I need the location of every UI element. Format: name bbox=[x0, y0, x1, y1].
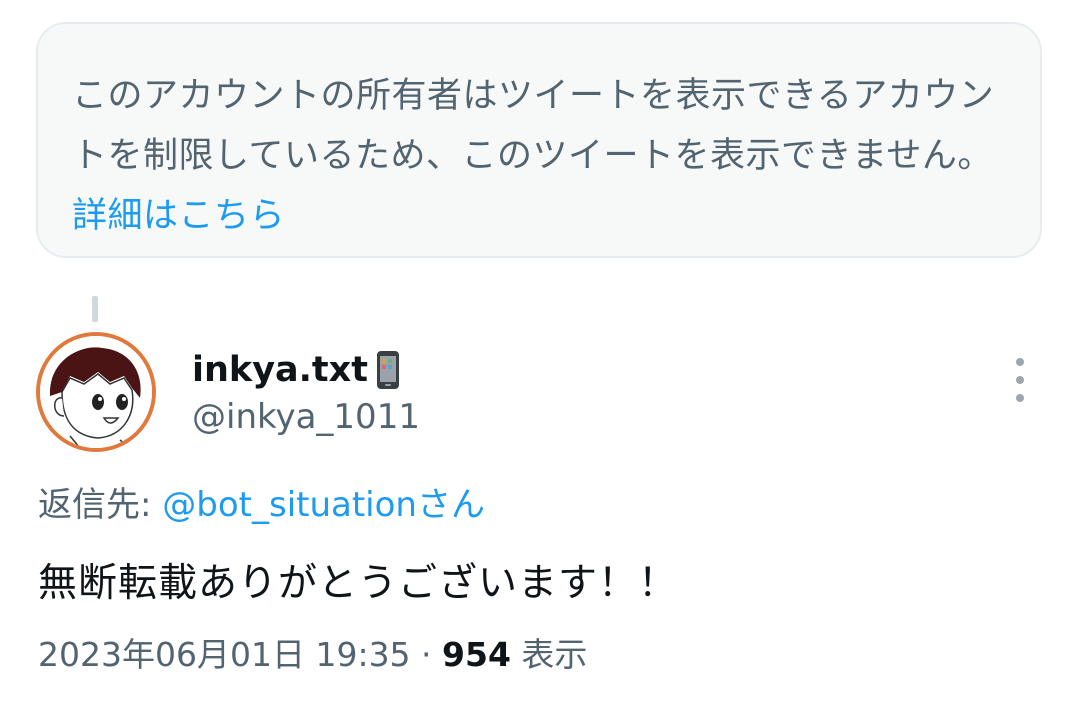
avatar-illustration bbox=[40, 336, 152, 448]
tweet-text: 無断転載ありがとうございます！！ bbox=[38, 561, 679, 606]
notice-message: このアカウントの所有者はツイートを表示できるアカウントを制限しているため、このツ… bbox=[72, 76, 995, 176]
more-dot-icon bbox=[1016, 394, 1024, 402]
reply-to-line: 返信先: @bot_situationさん bbox=[38, 480, 485, 530]
more-options-button[interactable] bbox=[1004, 358, 1036, 402]
tweet-meta: 2023年06月01日 19:35 · 954 表示 bbox=[38, 630, 587, 680]
learn-more-link[interactable]: 詳細はこちら bbox=[72, 196, 285, 236]
view-count: 954 bbox=[442, 635, 511, 674]
more-dot-icon bbox=[1016, 376, 1024, 384]
reply-mention-handle: @bot_situation bbox=[162, 485, 417, 525]
reply-mention-link[interactable]: @bot_situationさん bbox=[162, 485, 485, 525]
mobile-phone-icon bbox=[376, 350, 400, 390]
more-dot-icon bbox=[1016, 358, 1024, 366]
display-name-text: inkya.txt bbox=[192, 350, 368, 390]
meta-separator: · bbox=[410, 635, 443, 674]
tweet-timestamp[interactable]: 2023年06月01日 19:35 bbox=[38, 635, 411, 674]
avatar[interactable] bbox=[36, 332, 156, 452]
reply-mention-suffix: さん bbox=[416, 485, 485, 525]
restricted-tweet-notice: このアカウントの所有者はツイートを表示できるアカウントを制限しているため、このツ… bbox=[36, 22, 1042, 258]
view-label: 表示 bbox=[510, 635, 588, 674]
display-name[interactable]: inkya.txt bbox=[192, 346, 400, 394]
thread-connector-line bbox=[92, 296, 98, 322]
reply-label: 返信先: bbox=[38, 485, 163, 525]
user-handle[interactable]: @inkya_1011 bbox=[192, 394, 420, 440]
